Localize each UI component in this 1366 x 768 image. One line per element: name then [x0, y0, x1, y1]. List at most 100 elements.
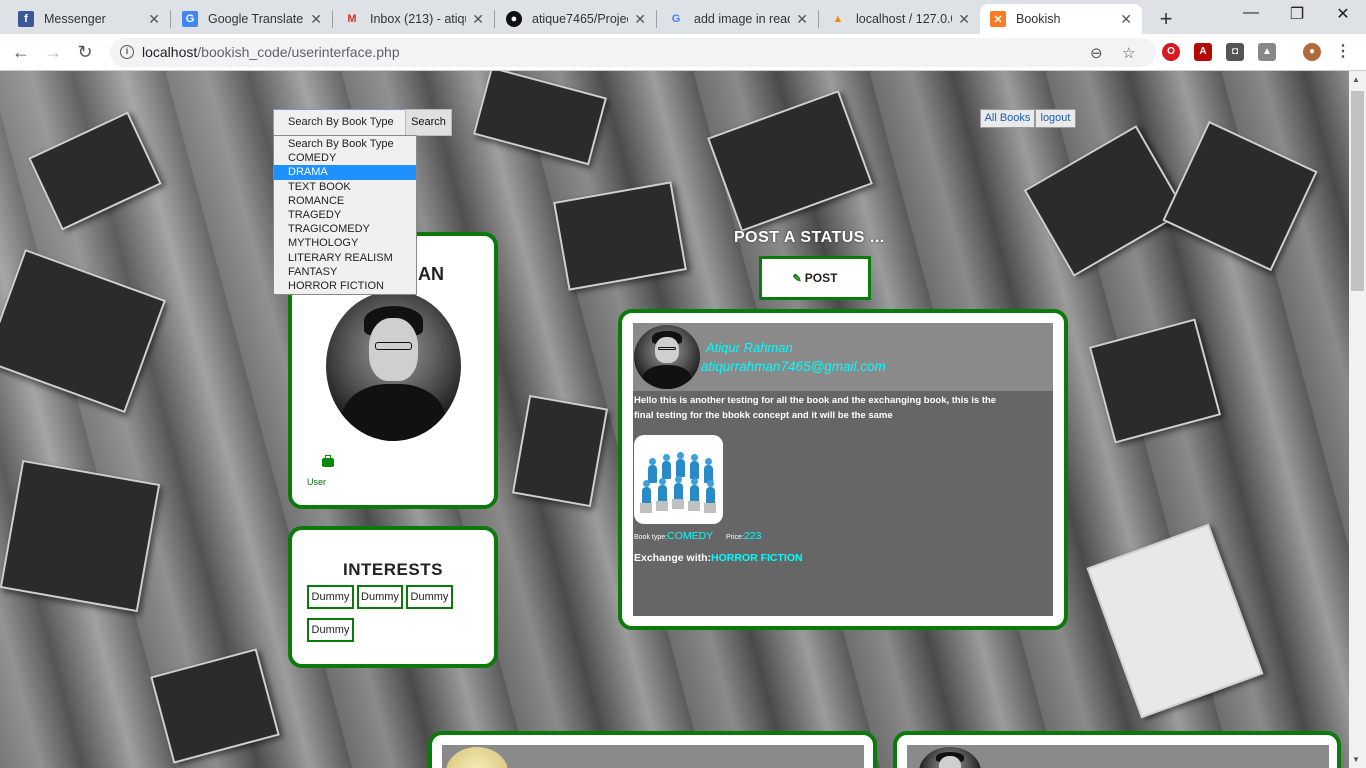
- background-book: [1088, 318, 1222, 444]
- back-icon[interactable]: ←: [9, 40, 33, 64]
- tab-bookish[interactable]: ✕ Bookish ✕: [980, 4, 1142, 34]
- dropdown-option[interactable]: COMEDY: [274, 151, 416, 165]
- new-tab-icon[interactable]: +: [1154, 6, 1178, 32]
- tab-messenger[interactable]: f Messenger ✕: [8, 4, 170, 34]
- tab-phpmyadmin[interactable]: ▲ localhost / 127.0.0 ✕: [820, 4, 980, 34]
- post-author-avatar[interactable]: [634, 325, 700, 389]
- url-host: localhost: [142, 44, 198, 60]
- tab-title: atique7465/Projec: [532, 12, 629, 26]
- scroll-up-icon[interactable]: ▲: [1352, 75, 1360, 84]
- dropdown-option[interactable]: TEXT BOOK: [274, 180, 416, 194]
- page-background: Search By Book Type Search All Books log…: [0, 71, 1349, 768]
- post-button[interactable]: ✎ POST: [759, 256, 871, 300]
- minimize-icon[interactable]: —: [1236, 4, 1266, 22]
- interests-card: INTERESTS Dummy Dummy Dummy Dummy: [288, 526, 498, 668]
- post-header: Atiqur Rahman atiqurrahman7465@gmail.com: [633, 323, 1053, 391]
- window-close-icon[interactable]: ✕: [1328, 4, 1358, 24]
- dropdown-option[interactable]: ROMANCE: [274, 194, 416, 208]
- forward-icon[interactable]: →: [41, 40, 65, 64]
- post-button-label: POST: [804, 271, 838, 285]
- close-icon[interactable]: ✕: [472, 11, 484, 28]
- pencil-icon: ✎: [792, 273, 802, 285]
- logout-button[interactable]: logout: [1035, 109, 1076, 128]
- close-icon[interactable]: ✕: [796, 11, 808, 28]
- book-type-select[interactable]: Search By Book Type: [273, 109, 407, 136]
- background-book: [472, 71, 608, 166]
- dropdown-option[interactable]: Search By Book Type: [274, 137, 416, 151]
- dropdown-option[interactable]: FANTASY: [274, 265, 416, 279]
- scroll-down-icon[interactable]: ▼: [1352, 755, 1360, 764]
- zoom-icon[interactable]: ⊖: [1090, 44, 1103, 62]
- tab-title: add image in read: [694, 12, 791, 26]
- scroll-thumb[interactable]: [1351, 91, 1364, 291]
- book-type-label: Book type:: [634, 534, 668, 541]
- post-author-avatar[interactable]: [446, 747, 508, 768]
- interest-tag[interactable]: Dummy: [307, 618, 354, 642]
- bookmark-star-icon[interactable]: ☆: [1122, 44, 1135, 62]
- background-book: [150, 648, 280, 764]
- drive-extension-icon[interactable]: ▲: [1258, 43, 1276, 61]
- maximize-icon[interactable]: ❐: [1282, 4, 1312, 24]
- post-card: [428, 731, 877, 768]
- post-author-email: atiqurrahman7465@gmail.com: [701, 359, 886, 374]
- interest-tag[interactable]: Dummy: [307, 585, 354, 609]
- facebook-icon: f: [18, 11, 34, 27]
- google-icon: G: [671, 13, 681, 25]
- book-price: Price:223: [726, 530, 761, 542]
- post-book-image[interactable]: [634, 435, 723, 524]
- github-icon: ●: [506, 11, 522, 27]
- tab-github[interactable]: ● atique7465/Projec ✕: [496, 4, 656, 34]
- book-type-dropdown: Search By Book Type COMEDY DRAMA TEXT BO…: [273, 135, 417, 296]
- close-icon[interactable]: ✕: [958, 11, 970, 28]
- post-author-avatar[interactable]: [919, 747, 981, 768]
- tab-title: Bookish: [1016, 12, 1061, 26]
- post-content: [907, 745, 1329, 768]
- post-card: Atiqur Rahman atiqurrahman7465@gmail.com…: [618, 309, 1068, 630]
- close-icon[interactable]: ✕: [148, 11, 160, 28]
- menu-icon[interactable]: ⋮: [1334, 43, 1352, 61]
- interest-tag[interactable]: Dummy: [406, 585, 453, 609]
- reload-icon[interactable]: ↻: [73, 40, 97, 64]
- dropdown-option[interactable]: MYTHOLOGY: [274, 236, 416, 250]
- gmail-icon: M: [347, 13, 357, 25]
- avatar: [326, 291, 461, 441]
- background-book: [1086, 523, 1264, 719]
- close-icon[interactable]: ✕: [1120, 11, 1132, 28]
- tab-google-search[interactable]: G add image in read ✕: [658, 4, 818, 34]
- exchange-label: Exchange with:: [634, 552, 712, 564]
- phpmyadmin-icon: ▲: [832, 13, 844, 25]
- dropdown-option[interactable]: TRAGICOMEDY: [274, 222, 416, 236]
- opera-extension-icon[interactable]: O: [1162, 43, 1180, 61]
- pdf-extension-icon[interactable]: A: [1194, 43, 1212, 61]
- profile-avatar-icon[interactable]: ●: [1303, 43, 1321, 61]
- background-book: [28, 111, 162, 231]
- address-bar[interactable]: i localhost/bookish_code/userinterface.p…: [110, 38, 1156, 67]
- close-icon[interactable]: ✕: [634, 11, 646, 28]
- dropdown-option-selected[interactable]: DRAMA: [274, 165, 416, 180]
- search-button[interactable]: Search: [405, 109, 452, 136]
- book-type: Book type:COMEDY: [634, 530, 713, 542]
- post-author-name[interactable]: Atiqur Rahman: [706, 340, 793, 355]
- background-book: [0, 248, 166, 414]
- tab-title: localhost / 127.0.0: [856, 12, 953, 26]
- info-icon[interactable]: i: [120, 45, 134, 59]
- dropdown-option[interactable]: LITERARY REALISM: [274, 251, 416, 265]
- url-path: /bookish_code/userinterface.php: [197, 44, 400, 60]
- post-content: [442, 745, 864, 768]
- tab-title: Messenger: [44, 12, 106, 26]
- dropdown-option[interactable]: TRAGEDY: [274, 208, 416, 222]
- browser-tab-bar: f Messenger ✕ G Google Translate ✕ M Inb…: [0, 0, 1366, 34]
- tab-inbox[interactable]: M Inbox (213) - atiqu ✕: [334, 4, 494, 34]
- translate-icon: G: [182, 11, 198, 27]
- background-book: [553, 181, 687, 291]
- close-icon[interactable]: ✕: [310, 11, 322, 28]
- page-scrollbar[interactable]: ▲ ▼: [1349, 71, 1366, 768]
- xampp-icon: ✕: [990, 11, 1006, 27]
- tab-title: Google Translate: [208, 12, 304, 26]
- tab-google-translate[interactable]: G Google Translate ✕: [172, 4, 332, 34]
- interest-tag[interactable]: Dummy: [357, 585, 403, 609]
- tab-title: Inbox (213) - atiqu: [370, 12, 467, 26]
- all-books-button[interactable]: All Books: [980, 109, 1035, 128]
- extension-icon[interactable]: ◘: [1226, 43, 1244, 61]
- dropdown-option[interactable]: HORROR FICTION: [274, 279, 416, 293]
